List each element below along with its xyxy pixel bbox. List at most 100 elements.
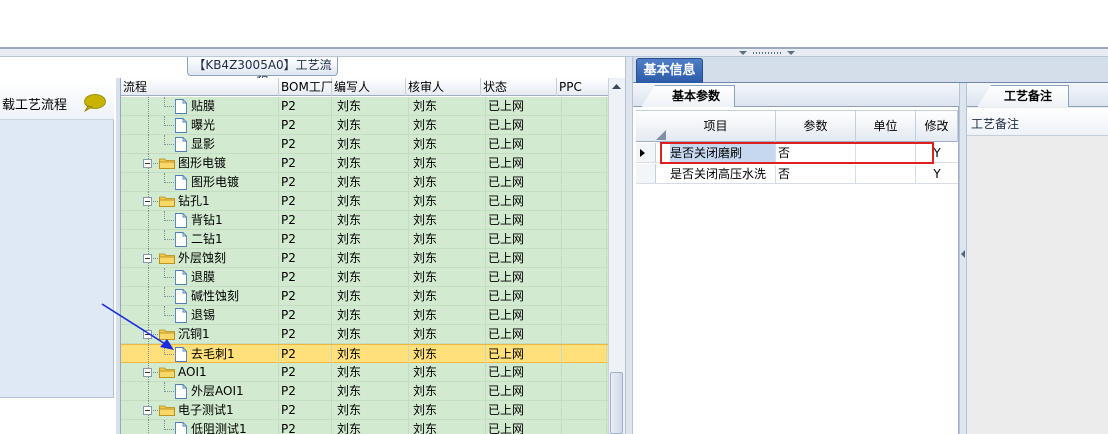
cell-status[interactable]: 已上网 xyxy=(488,268,562,286)
cell-ppc[interactable] xyxy=(559,154,607,172)
cell-status[interactable]: 已上网 xyxy=(488,325,562,343)
cell-writer[interactable]: 刘东 xyxy=(337,401,409,419)
cell-ppc[interactable] xyxy=(559,382,607,400)
cell-bom[interactable]: P2 xyxy=(281,420,332,434)
cell-ppc[interactable] xyxy=(559,211,607,229)
splitter-arrow-icon[interactable] xyxy=(961,250,965,258)
cell-ppc[interactable] xyxy=(559,116,607,134)
cell-bom[interactable]: P2 xyxy=(281,325,332,343)
cell-status[interactable]: 已上网 xyxy=(488,192,562,210)
cell-reviewer[interactable]: 刘东 xyxy=(413,401,486,419)
cell-reviewer[interactable]: 刘东 xyxy=(413,97,486,115)
cell-bom[interactable]: P2 xyxy=(281,154,332,172)
table-row[interactable]: 显影 P2 刘东 刘东 已上网 xyxy=(121,135,608,154)
cell-bom[interactable]: P2 xyxy=(281,268,332,286)
table-row[interactable]: 外层蚀刻 P2 刘东 刘东 已上网 xyxy=(121,249,608,268)
load-process-label[interactable]: 载工艺流程 xyxy=(2,94,67,113)
cell-writer[interactable]: 刘东 xyxy=(337,420,409,434)
cell-reviewer[interactable]: 刘东 xyxy=(413,382,486,400)
cell-bom[interactable]: P2 xyxy=(281,135,332,153)
speech-bubble-icon[interactable] xyxy=(82,94,106,112)
cell-status[interactable]: 已上网 xyxy=(488,382,562,400)
cell-writer[interactable]: 刘东 xyxy=(337,97,409,115)
cell-status[interactable]: 已上网 xyxy=(488,420,562,434)
params-col-modify[interactable]: 修改 xyxy=(916,110,958,142)
cell-bom[interactable]: P2 xyxy=(281,249,332,267)
cell-bom[interactable]: P2 xyxy=(281,97,332,115)
cell-ppc[interactable] xyxy=(559,268,607,286)
params-cell-modify[interactable]: Y xyxy=(916,165,958,184)
col-header-status[interactable]: 状态 xyxy=(481,78,557,96)
params-cell-item[interactable]: 是否关闭高压水洗 xyxy=(670,165,776,184)
cell-ppc[interactable] xyxy=(559,420,607,434)
cell-writer[interactable]: 刘东 xyxy=(337,306,409,324)
cell-status[interactable]: 已上网 xyxy=(488,154,562,172)
cell-reviewer[interactable]: 刘东 xyxy=(413,154,486,172)
table-row[interactable]: 图形电镀 P2 刘东 刘东 已上网 xyxy=(121,173,608,192)
cell-reviewer[interactable]: 刘东 xyxy=(413,135,486,153)
params-splitter[interactable] xyxy=(959,83,967,434)
cell-bom[interactable]: P2 xyxy=(281,401,332,419)
table-row[interactable]: 背钻1 P2 刘东 刘东 已上网 xyxy=(121,211,608,230)
col-header-process[interactable]: 流程 xyxy=(121,78,279,96)
cell-writer[interactable]: 刘东 xyxy=(337,363,409,381)
cell-writer[interactable]: 刘东 xyxy=(337,116,409,134)
cell-ppc[interactable] xyxy=(559,401,607,419)
cell-reviewer[interactable]: 刘东 xyxy=(413,363,486,381)
cell-status[interactable]: 已上网 xyxy=(488,363,562,381)
cell-status[interactable]: 已上网 xyxy=(488,249,562,267)
table-row[interactable]: 电子测试1 P2 刘东 刘东 已上网 xyxy=(121,401,608,420)
cell-bom[interactable]: P2 xyxy=(281,116,332,134)
table-row[interactable]: 低阻测试1 P2 刘东 刘东 已上网 xyxy=(121,420,608,434)
cell-bom[interactable]: P2 xyxy=(281,192,332,210)
cell-writer[interactable]: 刘东 xyxy=(337,173,409,191)
cell-bom[interactable]: P2 xyxy=(281,173,332,191)
cell-bom[interactable]: P2 xyxy=(281,363,332,381)
cell-status[interactable]: 已上网 xyxy=(488,97,562,115)
params-col-param[interactable]: 参数 xyxy=(776,110,856,142)
cell-writer[interactable]: 刘东 xyxy=(337,287,409,305)
cell-bom[interactable]: P2 xyxy=(281,287,332,305)
col-header-writer[interactable]: 编写人 xyxy=(332,78,406,96)
cell-writer[interactable]: 刘东 xyxy=(337,325,409,343)
cell-ppc[interactable] xyxy=(559,97,607,115)
splitter-grip[interactable] xyxy=(735,50,799,56)
cell-bom[interactable]: P2 xyxy=(281,345,332,363)
tab-basic-params[interactable]: 基本参数 xyxy=(641,85,735,107)
col-header-ppc[interactable]: PPC xyxy=(557,78,608,96)
cell-bom[interactable]: P2 xyxy=(281,382,332,400)
cell-bom[interactable]: P2 xyxy=(281,306,332,324)
table-row[interactable]: 贴膜 P2 刘东 刘东 已上网 xyxy=(121,97,608,116)
cell-ppc[interactable] xyxy=(559,325,607,343)
col-header-reviewer[interactable]: 核审人 xyxy=(406,78,481,96)
cell-status[interactable]: 已上网 xyxy=(488,345,562,363)
cell-ppc[interactable] xyxy=(559,192,607,210)
center-splitter[interactable] xyxy=(625,57,633,434)
scroll-up-icon[interactable] xyxy=(608,80,625,94)
params-col-item[interactable]: 项目 xyxy=(656,110,776,142)
cell-status[interactable]: 已上网 xyxy=(488,116,562,134)
cell-writer[interactable]: 刘东 xyxy=(337,268,409,286)
cell-ppc[interactable] xyxy=(559,173,607,191)
cell-ppc[interactable] xyxy=(559,230,607,248)
cell-writer[interactable]: 刘东 xyxy=(337,382,409,400)
cell-status[interactable]: 已上网 xyxy=(488,135,562,153)
cell-reviewer[interactable]: 刘东 xyxy=(413,268,486,286)
table-row[interactable]: 退锡 P2 刘东 刘东 已上网 xyxy=(121,306,608,325)
params-col-unit[interactable]: 单位 xyxy=(856,110,916,142)
table-row[interactable]: 钻孔1 P2 刘东 刘东 已上网 xyxy=(121,192,608,211)
params-cell-unit[interactable] xyxy=(856,165,916,184)
table-row[interactable]: AOI1 P2 刘东 刘东 已上网 xyxy=(121,363,608,382)
table-row[interactable]: 曝光 P2 刘东 刘东 已上网 xyxy=(121,116,608,135)
cell-ppc[interactable] xyxy=(559,249,607,267)
table-row[interactable]: 退膜 P2 刘东 刘东 已上网 xyxy=(121,268,608,287)
cell-status[interactable]: 已上网 xyxy=(488,287,562,305)
cell-bom[interactable]: P2 xyxy=(281,230,332,248)
table-row[interactable]: 去毛刺1 P2 刘东 刘东 已上网 xyxy=(121,344,608,364)
cell-writer[interactable]: 刘东 xyxy=(337,249,409,267)
cell-status[interactable]: 已上网 xyxy=(488,401,562,419)
cell-reviewer[interactable]: 刘东 xyxy=(413,306,486,324)
cell-writer[interactable]: 刘东 xyxy=(337,211,409,229)
cell-status[interactable]: 已上网 xyxy=(488,211,562,229)
cell-reviewer[interactable]: 刘东 xyxy=(413,116,486,134)
